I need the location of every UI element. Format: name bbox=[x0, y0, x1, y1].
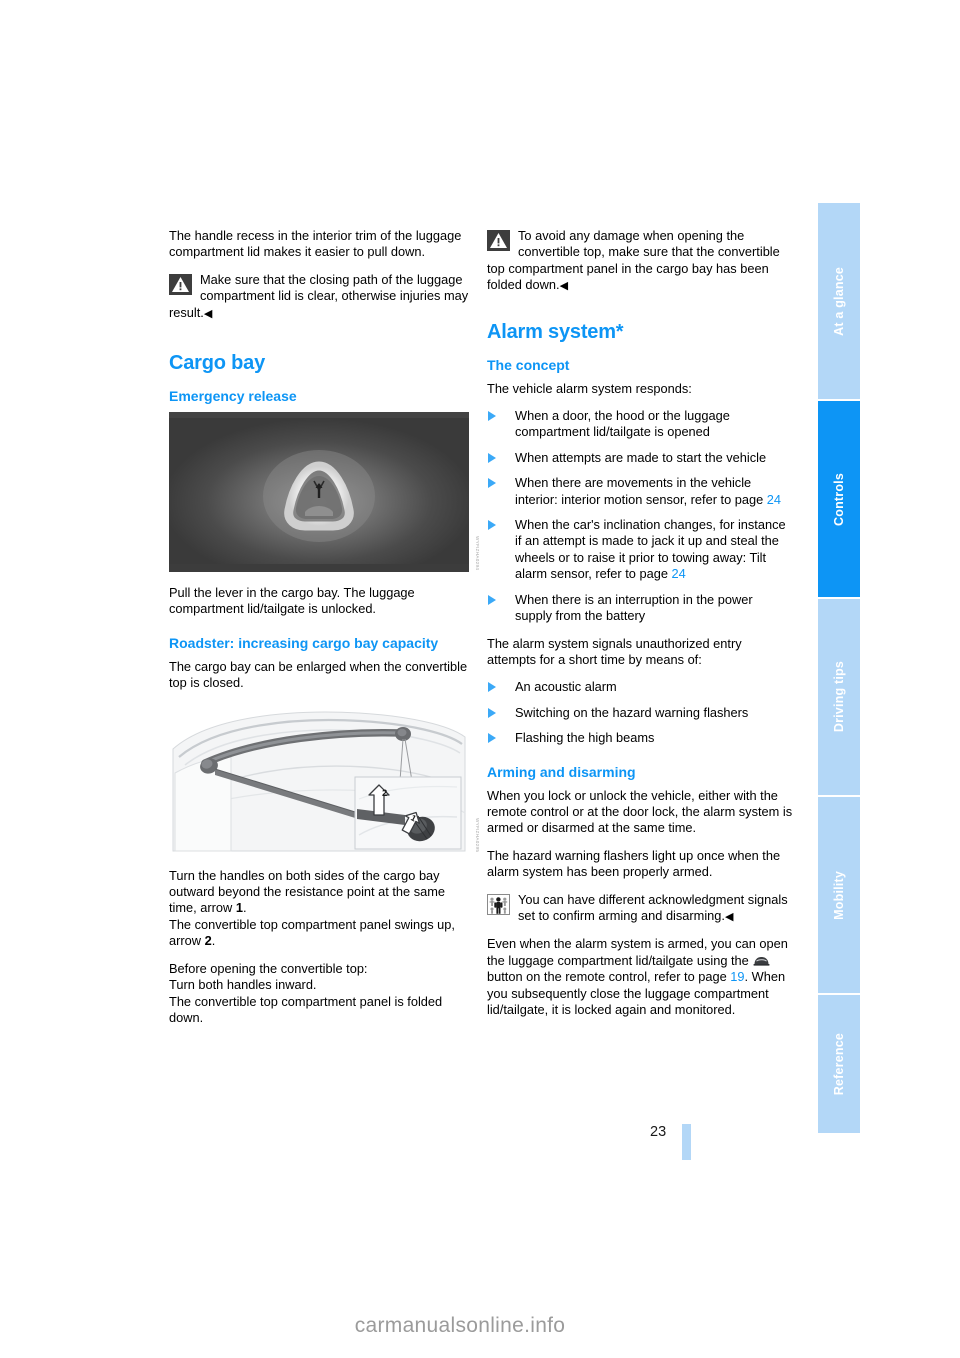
personal-settings-icon bbox=[487, 893, 510, 915]
info-note-text: You can have different acknowledgment si… bbox=[518, 891, 788, 923]
right-column: To avoid any damage when opening the con… bbox=[487, 228, 793, 1029]
arming-paragraph-3: Even when the alarm system is armed, you… bbox=[487, 936, 793, 1018]
footer-watermark: carmanualsonline.info bbox=[0, 1314, 960, 1338]
page-reference-link[interactable]: 24 bbox=[767, 492, 781, 507]
tab-mobility[interactable]: Mobility bbox=[818, 797, 860, 993]
info-note-personal-settings: You can have different acknowledgment si… bbox=[487, 892, 793, 926]
tab-driving-tips[interactable]: Driving tips bbox=[818, 599, 860, 795]
manual-page: At a glance Controls Driving tips Mobili… bbox=[0, 0, 960, 1358]
step-1-text: Turn the handles on both sides of the ca… bbox=[169, 867, 446, 916]
arming-paragraph-2: The hazard warning flashers light up onc… bbox=[487, 847, 781, 880]
tab-controls[interactable]: Controls bbox=[818, 401, 860, 597]
list-item-text: When a door, the hood or the luggage com… bbox=[515, 408, 730, 440]
list-item-text: When attempts are made to start the vehi… bbox=[515, 449, 767, 465]
tab-label: At a glance bbox=[832, 266, 846, 336]
step-3-line-2: Turn both handles inward. bbox=[169, 977, 317, 993]
trunk-release-button-icon bbox=[753, 954, 770, 966]
page-reference-link[interactable]: 24 bbox=[672, 566, 686, 581]
note-endmark: ◀ bbox=[724, 910, 734, 923]
tab-label: Mobility bbox=[832, 870, 846, 920]
tab-label: Driving tips bbox=[832, 661, 846, 733]
arming-text-after-glyph: button on the remote control, refer to p… bbox=[487, 969, 731, 985]
triangle-bullet-icon bbox=[488, 520, 496, 531]
list-item-text: Flashing the high beams bbox=[515, 730, 655, 746]
tab-label: Controls bbox=[832, 472, 846, 526]
alarm-trigger-list: When a door, the hood or the luggage com… bbox=[487, 408, 793, 624]
tab-reference[interactable]: Reference bbox=[818, 995, 860, 1133]
roadster-step-1: Turn the handles on both sides of the ca… bbox=[169, 868, 475, 950]
tab-at-a-glance[interactable]: At a glance bbox=[818, 203, 860, 399]
triangle-bullet-icon bbox=[488, 594, 496, 605]
warning-note-text: Make sure that the closing path of the l… bbox=[169, 271, 469, 320]
list-item: When there are movements in the vehicle … bbox=[487, 475, 793, 508]
concept-intro: The vehicle alarm system responds: bbox=[487, 380, 692, 396]
emergency-release-caption: Pull the lever in the cargo bay. The lug… bbox=[169, 585, 415, 617]
cargo-bay-illustration: 2 1 bbox=[169, 702, 469, 855]
roadster-step-3: Before opening the convertible top: Turn… bbox=[169, 961, 475, 1027]
warning-triangle-icon bbox=[487, 230, 510, 251]
step-3-line-3: The convertible top compartment panel is… bbox=[169, 993, 443, 1025]
note-endmark: ◀ bbox=[203, 307, 213, 320]
subheading-emergency-release: Emergency release bbox=[169, 388, 297, 405]
figure-code: WYFIZHA0295 bbox=[475, 818, 480, 853]
alarm-signal-list: An acoustic alarm Switching on the hazar… bbox=[487, 679, 793, 746]
figure-cargo-bay-handles: 2 1 WYFIZHA0295 bbox=[169, 702, 480, 855]
step-1-arrow-number: 1 bbox=[235, 900, 243, 916]
list-item: Flashing the high beams bbox=[487, 730, 793, 746]
arming-text-before-glyph: Even when the alarm system is armed, you… bbox=[487, 936, 788, 968]
triangle-bullet-icon bbox=[488, 682, 496, 693]
step-2-period: . bbox=[211, 933, 216, 949]
footer-watermark-text: carmanualsonline.info bbox=[354, 1314, 566, 1337]
step-1-period: . bbox=[242, 900, 247, 916]
list-item: When attempts are made to start the vehi… bbox=[487, 450, 793, 466]
list-item: An acoustic alarm bbox=[487, 679, 793, 695]
subheading-roadster-capacity: Roadster: increasing cargo bay capacity bbox=[169, 634, 439, 651]
left-column: The handle recess in the interior trim o… bbox=[169, 228, 480, 1037]
section-tab-rail: At a glance Controls Driving tips Mobili… bbox=[818, 203, 860, 1133]
warning-note-left: Make sure that the closing path of the l… bbox=[169, 272, 475, 322]
list-item: When a door, the hood or the luggage com… bbox=[487, 408, 793, 441]
tab-label: Reference bbox=[832, 1032, 846, 1096]
page-reference-link[interactable]: 19 bbox=[730, 969, 744, 984]
triangle-bullet-icon bbox=[488, 478, 496, 489]
intro-paragraph: The handle recess in the interior trim o… bbox=[169, 228, 462, 260]
list-item: Switching on the hazard warning flashers bbox=[487, 705, 793, 721]
list-item-text: When there are movements in the vehicle … bbox=[515, 475, 767, 507]
list-item: When the car's inclination changes, for … bbox=[487, 517, 793, 583]
roadster-intro: The cargo bay can be enlarged when the c… bbox=[169, 658, 468, 691]
inset-arrow-label-2: 2 bbox=[382, 788, 387, 799]
page-number-bar bbox=[682, 1124, 691, 1160]
subheading-the-concept: The concept bbox=[487, 356, 570, 373]
figure-emergency-release: WYFIZHA0294 bbox=[169, 412, 480, 573]
list-item-text: Switching on the hazard warning flashers bbox=[515, 704, 749, 720]
step-2-arrow-number: 2 bbox=[204, 933, 212, 949]
list-item-text: An acoustic alarm bbox=[515, 679, 617, 695]
subheading-arming-and-disarming: Arming and disarming bbox=[487, 763, 636, 780]
arming-paragraph-1: When you lock or unlock the vehicle, eit… bbox=[487, 787, 793, 836]
triangle-bullet-icon bbox=[488, 452, 496, 463]
step-3-line-1: Before opening the convertible top: bbox=[169, 960, 368, 976]
emergency-release-illustration bbox=[169, 412, 469, 573]
triangle-bullet-icon bbox=[488, 411, 496, 422]
list-item-text: When there is an interruption in the pow… bbox=[515, 591, 753, 624]
signals-intro: The alarm system signals unauthorized en… bbox=[487, 635, 742, 667]
warning-note-text: To avoid any damage when opening the con… bbox=[487, 228, 780, 293]
warning-note-right: To avoid any damage when opening the con… bbox=[487, 228, 793, 295]
list-item-text: When the car's inclination changes, for … bbox=[515, 517, 786, 582]
section-title-alarm-system: Alarm system* bbox=[487, 320, 624, 343]
triangle-bullet-icon bbox=[488, 733, 496, 744]
triangle-bullet-icon bbox=[488, 707, 496, 718]
page-number: 23 bbox=[650, 1124, 667, 1140]
note-endmark: ◀ bbox=[559, 280, 569, 293]
figure-code: WYFIZHA0294 bbox=[475, 535, 480, 571]
warning-triangle-icon bbox=[169, 273, 192, 295]
section-title-cargo-bay: Cargo bay bbox=[169, 352, 266, 375]
list-item: When there is an interruption in the pow… bbox=[487, 592, 793, 625]
